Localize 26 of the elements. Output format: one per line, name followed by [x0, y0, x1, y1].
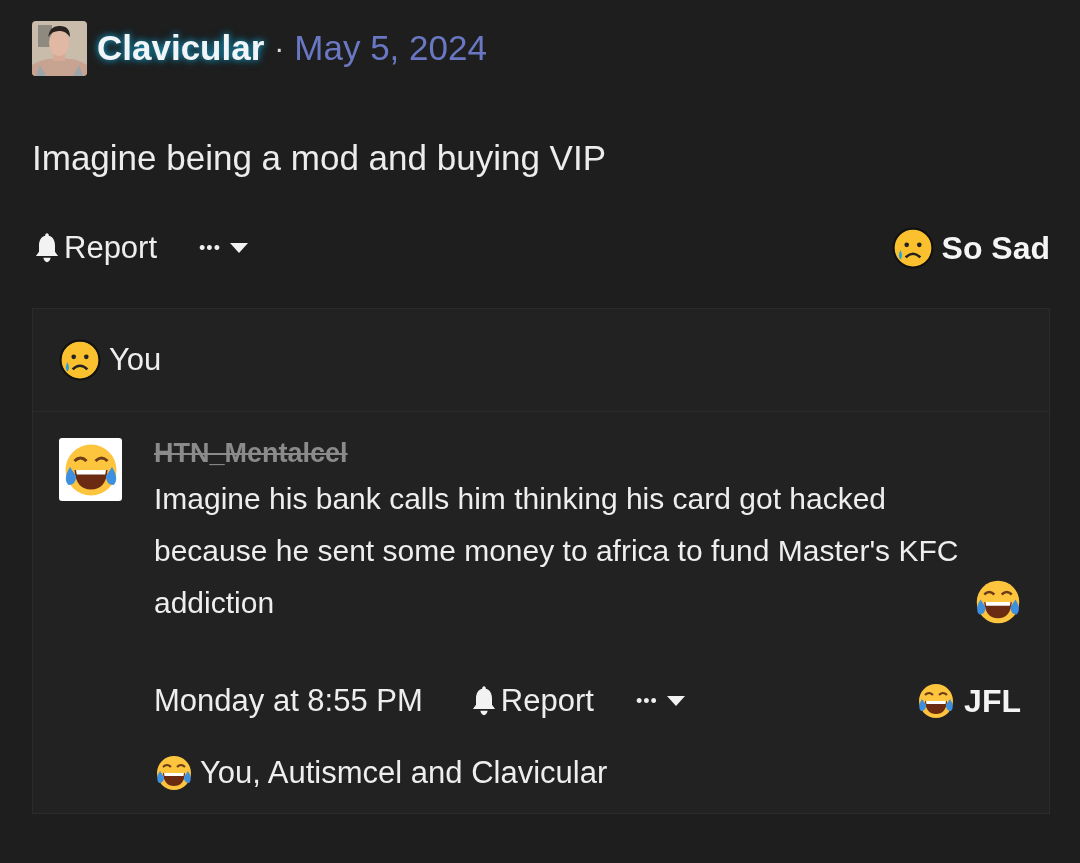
more-menu[interactable]: •••	[635, 690, 686, 712]
reactions-summary[interactable]: You, Autismcel and Clavicular	[200, 755, 608, 791]
reaction-button[interactable]: So Sad	[891, 227, 1050, 269]
reaction-label[interactable]: JFL	[964, 682, 1021, 720]
comment-author[interactable]: HTN_Mentalcel	[154, 438, 348, 469]
comment-time[interactable]: Monday at 8:55 PM	[154, 683, 423, 719]
post-text: Imagine being a mod and buying VIP	[32, 138, 607, 178]
more-dots[interactable]: •••	[635, 690, 658, 712]
author-name[interactable]: Clavicular	[97, 28, 265, 68]
caret-icon	[228, 242, 249, 254]
comment-text: Imagine his bank calls him thinking his card got hacked because he sent some money to africa to fund Master's KFC addiction	[154, 481, 960, 621]
more-menu[interactable]: •••	[199, 237, 249, 259]
caret-icon	[665, 695, 686, 707]
separator-dot: ·	[274, 31, 285, 65]
report-label[interactable]: Report	[64, 230, 158, 266]
sad-face-icon	[59, 339, 101, 381]
report-link[interactable]: Report	[468, 683, 594, 719]
more-dots[interactable]: •••	[199, 237, 221, 259]
reaction-button[interactable]: JFL	[916, 681, 1021, 721]
report-label[interactable]: Report	[500, 683, 594, 719]
sad-face-icon	[891, 227, 934, 269]
laughing-face-icon	[154, 753, 194, 793]
reactions-summary[interactable]: You	[109, 342, 162, 378]
post-date[interactable]: May 5, 2024	[294, 28, 487, 68]
report-link[interactable]: Report	[32, 230, 158, 266]
reaction-label[interactable]: So Sad	[941, 229, 1050, 267]
